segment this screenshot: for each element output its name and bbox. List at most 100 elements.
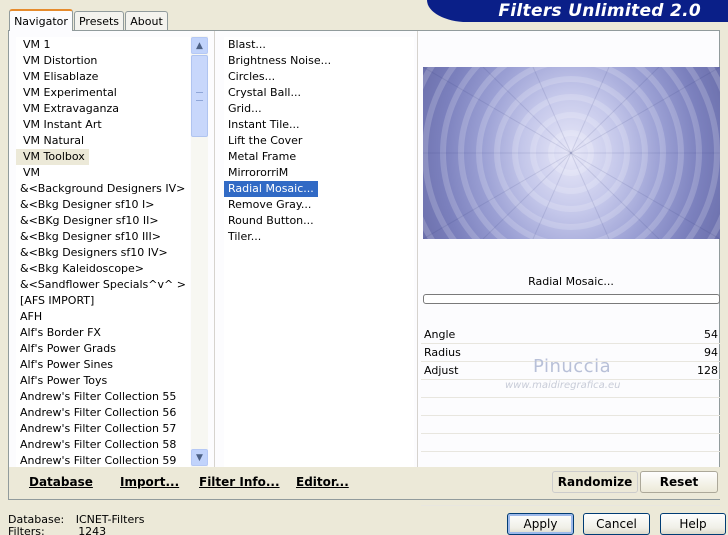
filter-list-item[interactable]: Tiler...	[224, 229, 414, 245]
category-label: &<Bkg Designer sf10 III>	[20, 230, 162, 243]
filter-list-item[interactable]: Circles...	[224, 69, 414, 85]
category-list-item[interactable]: Alf's Power Toys	[16, 373, 190, 389]
category-list-item[interactable]: Andrew's Filter Collection 58	[16, 437, 190, 453]
scroll-down-button[interactable]: ▼	[191, 449, 208, 466]
tab-presets[interactable]: Presets	[74, 11, 124, 31]
filter-label: Circles...	[228, 70, 276, 83]
filter-list-item[interactable]: Grid...	[224, 101, 414, 117]
category-label: VM Toolbox	[16, 149, 89, 165]
help-button[interactable]: Help	[660, 513, 726, 535]
category-label: Andrew's Filter Collection 57	[20, 422, 177, 435]
category-label: Andrew's Filter Collection 55	[20, 390, 177, 403]
tab-about[interactable]: About	[125, 11, 168, 31]
reset-button[interactable]: Reset	[640, 471, 718, 493]
database-button[interactable]: Database	[29, 475, 93, 489]
category-label: &<Bkg Designer sf10 I>	[20, 198, 155, 211]
filter-list-item[interactable]: Metal Frame	[224, 149, 414, 165]
category-label: [AFS IMPORT]	[20, 294, 95, 307]
filter-info-button[interactable]: Filter Info...	[199, 475, 280, 489]
filter-preview-image	[423, 67, 720, 239]
category-list-item[interactable]: &<Bkg Designers sf10 IV>	[16, 245, 190, 261]
category-label: Alf's Border FX	[20, 326, 101, 339]
filter-list-item[interactable]: Instant Tile...	[224, 117, 414, 133]
filter-label: Metal Frame	[228, 150, 297, 163]
category-list-item[interactable]: &<Background Designers IV>	[16, 181, 190, 197]
category-scrollbar[interactable]: ▲ ▼	[191, 36, 208, 467]
category-list-item[interactable]: VM Distortion	[16, 53, 190, 69]
category-list-item[interactable]: &<BKg Designer sf10 II>	[16, 213, 190, 229]
category-list-item[interactable]: &<Bkg Designer sf10 III>	[16, 229, 190, 245]
category-list-item[interactable]: Andrew's Filter Collection 55	[16, 389, 190, 405]
category-list-item[interactable]: Andrew's Filter Collection 56	[16, 405, 190, 421]
filter-list-item[interactable]: Round Button...	[224, 213, 414, 229]
filter-label: Radial Mosaic...	[224, 181, 318, 197]
category-list-item[interactable]: Alf's Power Sines	[16, 357, 190, 373]
randomize-button[interactable]: Randomize	[552, 471, 638, 493]
category-list-item[interactable]: VM Natural	[16, 133, 190, 149]
param-value: 54	[704, 328, 718, 341]
category-list-item[interactable]: &<Bkg Kaleidoscope>	[16, 261, 190, 277]
param-row-angle[interactable]: Angle 54	[421, 326, 720, 344]
filter-list-item[interactable]: MirrororriM	[224, 165, 414, 181]
category-label: &<Background Designers IV>	[20, 182, 186, 195]
radial-mosaic-pattern	[423, 67, 720, 239]
category-label: VM Instant Art	[23, 118, 102, 131]
param-value: 128	[697, 364, 718, 377]
category-list[interactable]: VM 1 VM Distortion VM Elisablaze VM Experim…	[16, 37, 190, 467]
category-list-item[interactable]: VM	[16, 165, 190, 181]
column-divider	[214, 31, 215, 467]
param-label: Adjust	[424, 364, 459, 377]
apply-button[interactable]: Apply	[507, 513, 574, 535]
category-label: Alf's Power Grads	[20, 342, 116, 355]
category-list-item[interactable]: Alf's Border FX	[16, 325, 190, 341]
category-label: VM 1	[23, 38, 51, 51]
category-list-item[interactable]: VM Experimental	[16, 85, 190, 101]
filter-label: Tiler...	[228, 230, 262, 243]
category-label: Alf's Power Toys	[20, 374, 108, 387]
selected-filter-title: Radial Mosaic...	[528, 275, 614, 288]
param-row-empty	[421, 434, 720, 452]
filter-list-item[interactable]: Blast...	[224, 37, 414, 53]
category-label: AFH	[20, 310, 43, 323]
category-list-item[interactable]: &<Bkg Designer sf10 I>	[16, 197, 190, 213]
category-list-item[interactable]: &<Sandflower Specials^v^ >	[16, 277, 190, 293]
filter-list-item[interactable]: Radial Mosaic...	[224, 181, 414, 197]
filter-label: Grid...	[228, 102, 262, 115]
filter-list-item[interactable]: Remove Gray...	[224, 197, 414, 213]
filter-label: Remove Gray...	[228, 198, 312, 211]
app-title-banner: Filters Unlimited 2.0	[427, 0, 728, 22]
category-list-item[interactable]: VM Elisablaze	[16, 69, 190, 85]
filter-label: Crystal Ball...	[228, 86, 301, 99]
filters-status: Filters: 1243	[8, 525, 106, 535]
editor-button[interactable]: Editor...	[296, 475, 349, 489]
category-list-item[interactable]: VM Instant Art	[16, 117, 190, 133]
category-list-item[interactable]: VM 1	[16, 37, 190, 53]
tab-about-label: About	[130, 15, 163, 28]
filter-list[interactable]: Blast... Brightness Noise... Circles... Cry…	[224, 37, 414, 467]
scroll-thumb[interactable]	[191, 55, 208, 137]
param-label: Radius	[424, 346, 461, 359]
import-button[interactable]: Import...	[120, 475, 179, 489]
filter-list-item[interactable]: Brightness Noise...	[224, 53, 414, 69]
filter-list-item[interactable]: Crystal Ball...	[224, 85, 414, 101]
category-list-item[interactable]: [AFS IMPORT]	[16, 293, 190, 309]
filter-label: MirrororriM	[228, 166, 289, 179]
tab-navigator[interactable]: Navigator	[9, 9, 73, 31]
param-row-empty	[421, 416, 720, 434]
category-label: VM Natural	[23, 134, 85, 147]
category-list-item[interactable]: VM Toolbox	[16, 149, 190, 165]
filter-list-item[interactable]: Lift the Cover	[224, 133, 414, 149]
scroll-up-button[interactable]: ▲	[191, 37, 208, 54]
category-list-item[interactable]: Andrew's Filter Collection 57	[16, 421, 190, 437]
category-list-item[interactable]: Andrew's Filter Collection 59	[16, 453, 190, 467]
category-label: Alf's Power Sines	[20, 358, 113, 371]
filters-count: 1243	[78, 525, 107, 535]
category-label: VM Elisablaze	[23, 70, 99, 83]
watermark-name: Pinuccia	[533, 356, 612, 377]
cancel-button[interactable]: Cancel	[583, 513, 650, 535]
category-list-item[interactable]: AFH	[16, 309, 190, 325]
param-label: Angle	[424, 328, 456, 341]
category-list-item[interactable]: VM Extravaganza	[16, 101, 190, 117]
category-label: Andrew's Filter Collection 56	[20, 406, 177, 419]
category-list-item[interactable]: Alf's Power Grads	[16, 341, 190, 357]
